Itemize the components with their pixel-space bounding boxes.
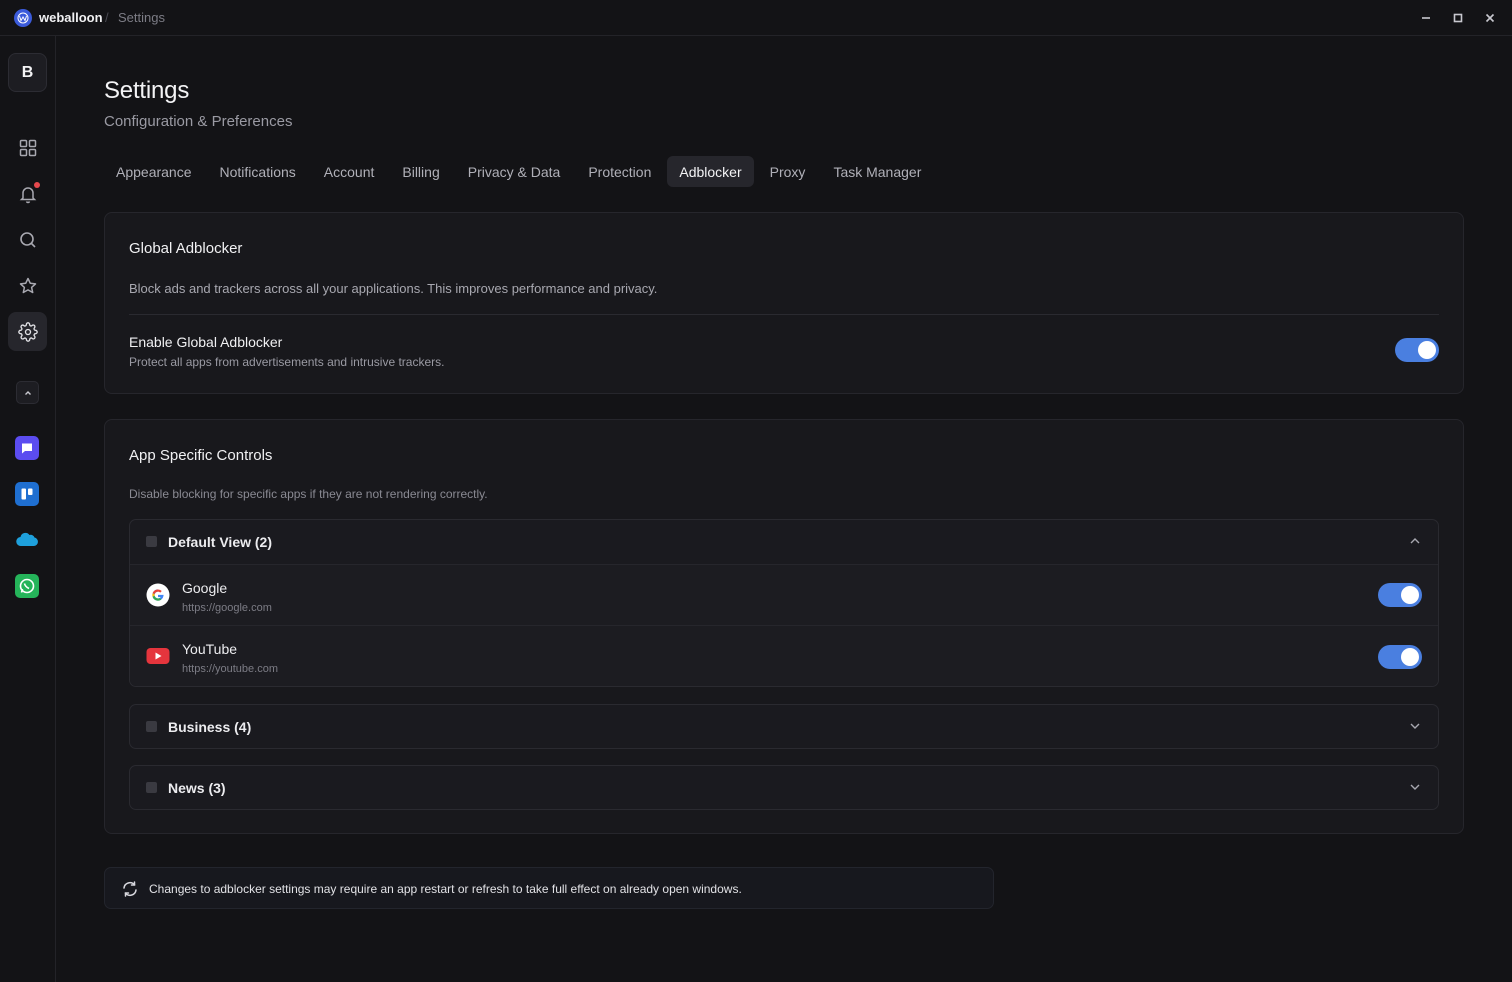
collapse-apps-button[interactable] [16, 381, 39, 404]
group-header[interactable]: Business (4) [130, 705, 1438, 749]
app-group-default-view: Default View (2) Google https://google.c… [129, 519, 1439, 687]
minimize-button[interactable] [1416, 8, 1436, 28]
google-adblock-toggle[interactable] [1378, 583, 1422, 607]
sidebar-item-search[interactable] [8, 220, 47, 259]
app-name: weballoon [39, 10, 103, 25]
trello-icon [21, 488, 33, 500]
refresh-icon [123, 881, 137, 897]
google-icon [146, 583, 170, 607]
divider [129, 314, 1439, 315]
sidebar-app-whatsapp[interactable] [15, 574, 39, 598]
sidebar-app-chat[interactable] [15, 436, 39, 460]
group-checkbox[interactable] [146, 536, 157, 547]
global-adblocker-card: Global Adblocker Block ads and trackers … [104, 212, 1464, 394]
tab-task-manager[interactable]: Task Manager [821, 156, 933, 187]
notice-text: Changes to adblocker settings may requir… [149, 882, 742, 896]
youtube-adblock-toggle[interactable] [1378, 645, 1422, 669]
chevron-down-icon [1410, 784, 1420, 790]
maximize-button[interactable] [1448, 8, 1468, 28]
app-row-google: Google https://google.com [130, 564, 1438, 625]
sidebar-item-notifications[interactable] [8, 174, 47, 213]
youtube-icon [146, 648, 170, 664]
app-name: Google [182, 580, 228, 596]
breadcrumb-separator: / [105, 10, 109, 25]
close-button[interactable] [1480, 8, 1500, 28]
app-url: https://youtube.com [182, 663, 278, 675]
app-controls-title: App Specific Controls [129, 447, 273, 464]
group-header[interactable]: News (3) [130, 766, 1438, 810]
sidebar-item-dashboard[interactable] [8, 128, 47, 167]
weballoon-logo-icon [14, 9, 32, 27]
settings-tabs: Appearance Notifications Account Billing… [104, 156, 933, 187]
notification-badge [34, 182, 40, 188]
chat-app-icon [22, 443, 32, 454]
title-bar: weballoon / Settings [0, 0, 1512, 36]
enable-global-adblocker-description: Protect all apps from advertisements and… [129, 355, 445, 369]
app-controls-description: Disable blocking for specific apps if th… [129, 487, 488, 501]
app-url: https://google.com [182, 602, 272, 614]
minimize-icon [1422, 17, 1430, 19]
gear-icon [17, 321, 38, 342]
global-adblocker-toggle[interactable] [1395, 338, 1439, 362]
app-row-youtube: YouTube https://youtube.com [130, 625, 1438, 686]
maximize-icon [1453, 13, 1463, 23]
chevron-up-icon [1410, 538, 1420, 544]
tab-billing[interactable]: Billing [390, 156, 451, 187]
sidebar-item-favorites[interactable] [8, 266, 47, 305]
page-subtitle: Configuration & Preferences [104, 113, 293, 130]
tab-appearance[interactable]: Appearance [104, 156, 204, 187]
chevron-down-icon [1410, 723, 1420, 729]
search-icon [19, 231, 36, 248]
toggle-knob [1401, 648, 1419, 666]
group-checkbox[interactable] [146, 721, 157, 732]
app-specific-controls-card: App Specific Controls Disable blocking f… [104, 419, 1464, 834]
breadcrumb[interactable]: Settings [118, 10, 165, 25]
salesforce-icon [16, 532, 38, 547]
tab-adblocker[interactable]: Adblocker [667, 156, 754, 187]
app-group-news: News (3) [129, 765, 1439, 810]
group-label: Business (4) [168, 719, 252, 735]
sidebar: B [0, 36, 56, 982]
app-group-business: Business (4) [129, 704, 1439, 749]
grid-icon [19, 139, 36, 156]
tab-privacy-data[interactable]: Privacy & Data [456, 156, 573, 187]
tab-protection[interactable]: Protection [576, 156, 663, 187]
page-title: Settings [104, 77, 190, 104]
global-adblocker-title: Global Adblocker [129, 240, 243, 257]
toggle-knob [1418, 341, 1436, 359]
global-adblocker-description: Block ads and trackers across all your a… [129, 281, 658, 296]
workspace-switcher[interactable]: B [8, 53, 47, 92]
group-label: Default View (2) [168, 534, 272, 550]
restart-notice: Changes to adblocker settings may requir… [104, 867, 994, 909]
sidebar-item-settings[interactable] [8, 312, 47, 351]
group-label: News (3) [168, 780, 226, 796]
tab-account[interactable]: Account [312, 156, 387, 187]
whatsapp-icon [19, 578, 35, 594]
close-icon [1485, 13, 1495, 23]
star-icon [19, 277, 36, 293]
chevron-up-icon [24, 390, 31, 395]
app-name: YouTube [182, 641, 238, 657]
tab-proxy[interactable]: Proxy [758, 156, 818, 187]
group-header[interactable]: Default View (2) [130, 520, 1438, 564]
tab-notifications[interactable]: Notifications [208, 156, 308, 187]
sidebar-app-trello[interactable] [15, 482, 39, 506]
enable-global-adblocker-label: Enable Global Adblocker [129, 334, 283, 350]
sidebar-app-salesforce[interactable] [15, 528, 39, 552]
toggle-knob [1401, 586, 1419, 604]
group-checkbox[interactable] [146, 782, 157, 793]
